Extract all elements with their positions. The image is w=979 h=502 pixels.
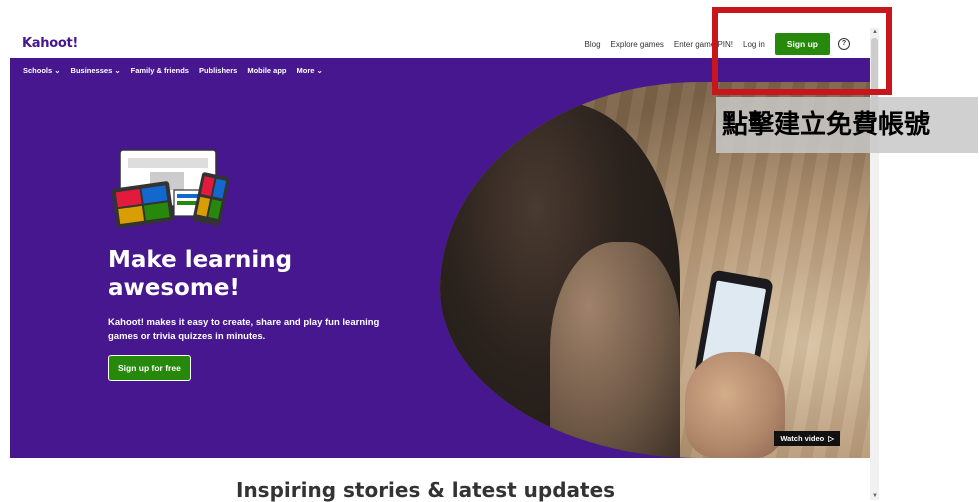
nav-explore-games[interactable]: Explore games	[611, 40, 664, 49]
section-heading: Inspiring stories & latest updates	[236, 478, 616, 502]
subnav-schools[interactable]: Schools ⌄	[23, 66, 61, 75]
subnav-businesses[interactable]: Businesses ⌄	[71, 66, 121, 75]
sign-up-for-free-button[interactable]: Sign up for free	[108, 355, 191, 381]
kahoot-logo[interactable]: Kahoot!	[22, 36, 78, 51]
quiz-illustration-icon	[111, 149, 230, 229]
play-icon: ▷	[828, 434, 834, 443]
subnav-mobile-app[interactable]: Mobile app	[247, 66, 286, 75]
subnav-more[interactable]: More ⌄	[297, 66, 323, 75]
scroll-down-icon[interactable]: ▼	[872, 493, 878, 499]
watch-video-label: Watch video	[780, 434, 825, 443]
hero-title: Make learning awesome!	[108, 247, 293, 301]
hero-description: Kahoot! makes it easy to create, share a…	[108, 317, 380, 342]
nav-blog[interactable]: Blog	[585, 40, 601, 49]
watch-video-button[interactable]: Watch video ▷	[774, 431, 840, 446]
subnav-family-friends[interactable]: Family & friends	[131, 66, 189, 75]
annotation-label: 點擊建立免費帳號	[716, 97, 978, 153]
highlight-box	[712, 7, 892, 95]
subnav-publishers[interactable]: Publishers	[199, 66, 237, 75]
